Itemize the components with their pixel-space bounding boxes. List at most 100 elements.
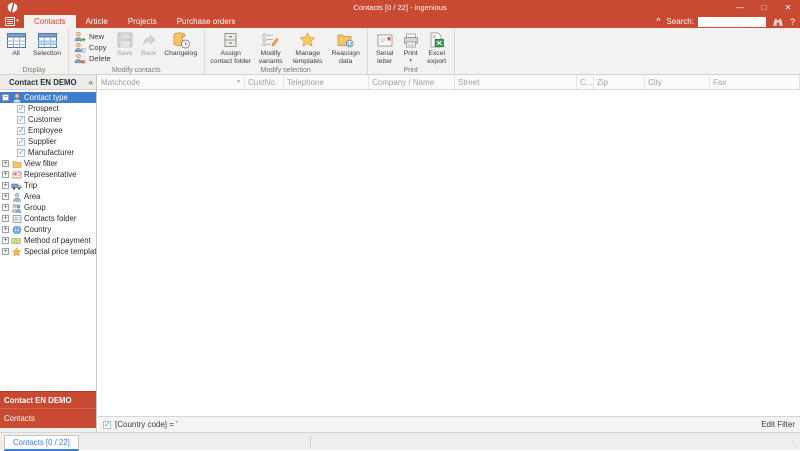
grid-filter-bar: [Country code] = ' Edit Filter xyxy=(98,416,800,432)
tree-item-special-price-templates[interactable]: + Special price templates xyxy=(0,246,96,257)
copy-contact-icon xyxy=(74,42,86,53)
tree-item-contacts-folder[interactable]: + Contacts folder xyxy=(0,213,96,224)
filter-caret-icon[interactable]: ▼ xyxy=(236,79,241,85)
sidebar-splitter-handle[interactable] xyxy=(0,383,96,391)
ribbon-group-modify-selection: Assign contact folder Modify variants Ma… xyxy=(205,28,368,74)
changelog-button[interactable]: Changelog xyxy=(161,29,201,58)
print-button[interactable]: Print ▾ xyxy=(399,29,423,64)
changelog-button-label: Changelog xyxy=(164,50,198,57)
tree-check-customer[interactable]: Customer xyxy=(0,114,96,125)
search-input[interactable] xyxy=(697,16,766,27)
new-button[interactable]: New xyxy=(74,31,111,42)
expand-collapsed-icon[interactable]: + xyxy=(2,215,9,222)
delete-button[interactable]: Delete xyxy=(74,53,111,64)
country-globe-icon xyxy=(11,225,22,235)
expand-collapsed-icon[interactable]: + xyxy=(2,182,9,189)
expand-collapsed-icon[interactable]: + xyxy=(2,226,9,233)
check-label: Customer xyxy=(28,115,62,124)
column-header-company-name[interactable]: Company / Name xyxy=(369,75,455,89)
star-icon xyxy=(299,31,316,49)
column-header-telephone[interactable]: Telephone xyxy=(284,75,369,89)
tab-projects[interactable]: Projects xyxy=(118,15,167,28)
column-label: Company / Name xyxy=(372,77,435,87)
tab-purchase-orders[interactable]: Purchase orders xyxy=(167,15,246,28)
assign-contact-folder-button[interactable]: Assign contact folder xyxy=(208,29,254,66)
find-binoculars-icon[interactable] xyxy=(772,17,784,27)
tab-contacts[interactable]: Contacts xyxy=(24,15,76,28)
tree-item-country[interactable]: + Country xyxy=(0,224,96,235)
statusbar-divider xyxy=(310,436,311,448)
document-tab-contacts[interactable]: Contacts [0 / 22] xyxy=(4,435,79,451)
close-button[interactable]: ✕ xyxy=(776,0,800,15)
tree-item-representative[interactable]: + Representative xyxy=(0,169,96,180)
back-button[interactable]: Back xyxy=(137,29,161,58)
column-header-country-code[interactable]: C... ▲ xyxy=(577,75,594,89)
filter-tree: − Contact type Prospect Customer Employe… xyxy=(0,90,96,383)
column-header-custno[interactable]: CustNo. xyxy=(245,75,284,89)
expand-collapsed-icon[interactable]: + xyxy=(2,237,9,244)
checkbox-checked-icon[interactable] xyxy=(17,137,25,146)
tree-check-supplier[interactable]: Supplier xyxy=(0,136,96,147)
save-button[interactable]: Save xyxy=(113,29,137,58)
checkbox-checked-icon[interactable] xyxy=(17,148,25,157)
serial-letter-button[interactable]: Serial letter xyxy=(371,29,399,66)
expand-collapsed-icon[interactable]: + xyxy=(2,171,9,178)
sidebar-collapse-icon[interactable]: « xyxy=(86,78,96,87)
serial-letter-label: Serial letter xyxy=(375,50,394,65)
method-of-payment-icon xyxy=(11,236,22,246)
back-arrow-icon xyxy=(141,31,157,49)
tree-item-area[interactable]: + Area xyxy=(0,191,96,202)
minimize-button[interactable]: — xyxy=(728,0,752,15)
navigation-sidebar: Contact EN DEMO « − Contact type Prospec… xyxy=(0,75,97,432)
file-menu-button[interactable]: ▾ xyxy=(0,15,24,28)
all-button[interactable]: All xyxy=(3,29,29,58)
expand-collapsed-icon[interactable]: + xyxy=(2,248,9,255)
expand-collapsed-icon[interactable]: + xyxy=(2,204,9,211)
special-price-star-icon xyxy=(11,246,22,257)
tree-check-manufacturer[interactable]: Manufacturer xyxy=(0,147,96,158)
manage-templates-button[interactable]: Manage templates xyxy=(288,29,328,66)
edit-filter-button[interactable]: Edit Filter xyxy=(761,420,795,429)
column-label: City xyxy=(648,77,662,87)
excel-export-button[interactable]: Excel export xyxy=(423,29,451,66)
ribbon-tabs: Contacts Article Projects Purchase order… xyxy=(24,15,245,28)
serial-letter-icon xyxy=(377,31,393,49)
copy-button-label: Copy xyxy=(89,43,107,52)
tree-item-trip[interactable]: + Trip xyxy=(0,180,96,191)
selection-button-label: Selection xyxy=(33,50,61,57)
sidebar-panel-contact-en-demo[interactable]: Contact EN DEMO xyxy=(0,391,96,408)
tree-check-prospect[interactable]: Prospect xyxy=(0,103,96,114)
expand-collapsed-icon[interactable]: + xyxy=(2,193,9,200)
maximize-button[interactable]: □ xyxy=(752,0,776,15)
checkbox-checked-icon[interactable] xyxy=(17,115,25,124)
reassign-data-button[interactable]: Reassign data xyxy=(328,29,364,66)
column-header-matchcode[interactable]: Matchcode ▼ xyxy=(98,75,245,89)
checkbox-checked-icon[interactable] xyxy=(17,126,25,135)
column-header-fax[interactable]: Fax xyxy=(710,75,800,89)
column-header-street[interactable]: Street xyxy=(455,75,577,89)
checkbox-checked-icon[interactable] xyxy=(17,104,25,113)
tree-item-view-filter[interactable]: + View filter xyxy=(0,158,96,169)
table-selection-icon xyxy=(37,31,57,49)
tree-item-label: Group xyxy=(24,203,46,212)
expand-collapsed-icon[interactable]: + xyxy=(2,160,9,167)
tree-check-employee[interactable]: Employee xyxy=(0,125,96,136)
filter-expression: [Country code] = ' xyxy=(115,420,178,429)
collapse-expanded-icon[interactable]: − xyxy=(2,94,9,101)
sidebar-panel-contacts[interactable]: Contacts xyxy=(0,408,96,428)
column-header-city[interactable]: City xyxy=(645,75,710,89)
ribbon-group-modify-selection-label: Modify selection xyxy=(260,67,311,74)
modify-variants-button[interactable]: Modify variants xyxy=(254,29,288,66)
help-icon[interactable]: ? xyxy=(790,17,795,27)
tree-item-group[interactable]: + Group xyxy=(0,202,96,213)
tree-item-method-of-payment[interactable]: + Method of payment xyxy=(0,235,96,246)
filter-checkbox-checked-icon[interactable] xyxy=(103,420,111,429)
collapse-ribbon-icon[interactable]: ^ xyxy=(656,18,660,25)
copy-button[interactable]: Copy xyxy=(74,42,111,53)
column-header-zip[interactable]: Zip xyxy=(594,75,645,89)
selection-button[interactable]: Selection xyxy=(29,29,65,58)
tab-article[interactable]: Article xyxy=(76,15,118,28)
tree-item-contact-type[interactable]: − Contact type xyxy=(0,92,96,103)
resize-grip-icon[interactable] xyxy=(791,440,798,448)
new-button-label: New xyxy=(89,32,105,41)
